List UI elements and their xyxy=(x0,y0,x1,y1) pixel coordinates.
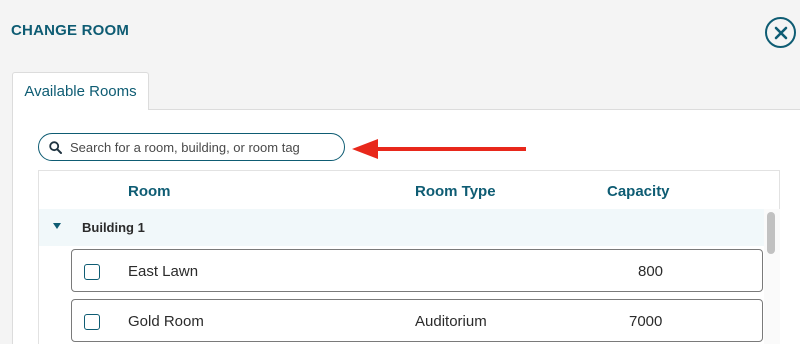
column-header-room[interactable]: Room xyxy=(128,183,171,200)
scrollbar-thumb[interactable] xyxy=(767,212,775,254)
room-capacity: 800 xyxy=(638,263,664,280)
room-checkbox[interactable] xyxy=(84,314,100,330)
room-checkbox[interactable] xyxy=(84,264,100,280)
group-row-building-1[interactable]: Building 1 xyxy=(39,209,764,246)
group-label: Building 1 xyxy=(82,220,145,235)
close-button[interactable] xyxy=(765,17,796,48)
tab-available-rooms[interactable]: Available Rooms xyxy=(12,72,149,110)
search-icon xyxy=(49,140,62,154)
column-header-capacity[interactable]: Capacity xyxy=(607,183,670,200)
room-type: Auditorium xyxy=(415,313,487,330)
column-header-room-type[interactable]: Room Type xyxy=(415,183,496,200)
modal-title: CHANGE ROOM xyxy=(11,22,130,39)
search-input[interactable] xyxy=(70,139,330,155)
room-name: Gold Room xyxy=(128,313,204,330)
caret-down-icon[interactable] xyxy=(53,223,61,229)
table-row[interactable]: Gold Room Auditorium 7000 xyxy=(71,299,763,342)
close-circle-icon xyxy=(774,26,787,39)
room-capacity: 7000 xyxy=(629,313,663,330)
table-row[interactable]: East Lawn 800 xyxy=(71,249,763,292)
room-name: East Lawn xyxy=(128,263,199,280)
arrow-left-icon xyxy=(352,139,526,159)
search-box[interactable] xyxy=(38,133,345,161)
